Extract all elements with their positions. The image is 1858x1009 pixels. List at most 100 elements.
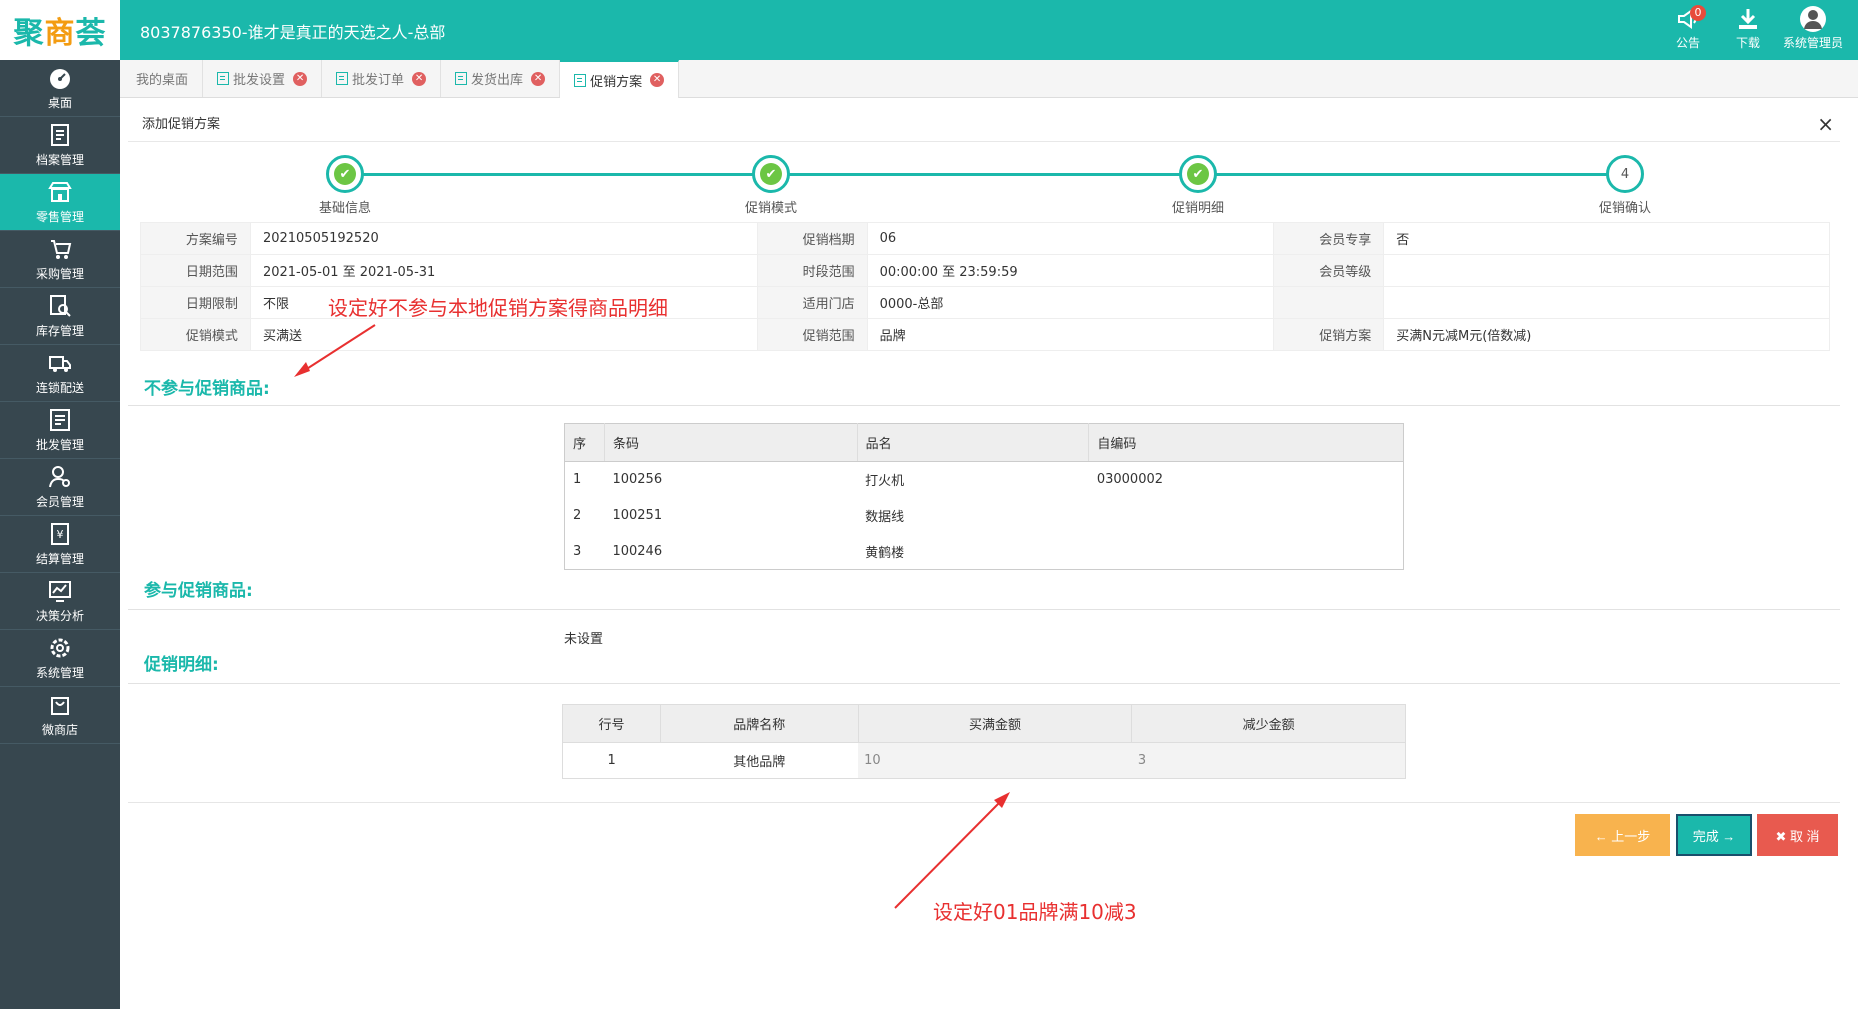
table-row[interactable]: 1 其他品牌 10 3: [562, 742, 1406, 779]
info-value: [1383, 254, 1830, 287]
tab-shipping[interactable]: 发货出库 ✕: [441, 60, 561, 97]
sidebar-item-analysis[interactable]: 决策分析: [0, 573, 120, 630]
column-header: 自编码: [1088, 423, 1404, 462]
sidebar-item-shop[interactable]: 微商店: [0, 687, 120, 744]
table-row[interactable]: 1 100256 打火机 03000002: [565, 462, 1404, 498]
announce-button[interactable]: 0 公告: [1658, 5, 1718, 56]
sidebar-item-settlement[interactable]: ¥ 结算管理: [0, 516, 120, 573]
document-icon: [336, 72, 349, 85]
info-key: 方案编号: [140, 222, 251, 255]
sidebar-item-member[interactable]: 会员管理: [0, 459, 120, 516]
step-circle: ✔: [1179, 155, 1217, 193]
info-row: 促销模式 买满送 促销范围 品牌 促销方案 买满N元减M元(倍数减): [140, 318, 1830, 351]
step-promo-mode: ✔ 促销模式: [711, 155, 831, 216]
table-cell: 2: [573, 508, 582, 523]
info-value: 0000-总部: [866, 286, 1275, 319]
tab-label: 批发设置: [233, 73, 286, 88]
download-icon: [1739, 9, 1757, 29]
divider: [128, 405, 1840, 406]
tab-wholesale-settings[interactable]: 批发设置 ✕: [203, 60, 323, 97]
user-label: 系统管理员: [1782, 36, 1843, 50]
step-label: 促销明细: [1171, 201, 1224, 216]
top-tools: 0 公告 下载 系统管理员: [1658, 5, 1848, 56]
table-cell: 100246: [612, 543, 663, 559]
sidebar-item-wholesale[interactable]: 批发管理: [0, 402, 120, 459]
sidebar-item-label: 连锁配送: [35, 381, 84, 395]
user-avatar-icon: [1804, 10, 1822, 29]
step-promo-confirm: 4 促销确认: [1565, 155, 1685, 216]
table-cell: 3: [573, 543, 582, 559]
document-icon: [455, 72, 468, 85]
annotation-arrow: [294, 324, 376, 377]
sidebar-item-label: 库存管理: [35, 324, 84, 338]
check-icon: ✔: [1187, 163, 1209, 185]
sidebar-item-label: 决策分析: [35, 609, 84, 623]
tab-my-desktop[interactable]: 我的桌面: [122, 60, 204, 97]
info-key: 时段范围: [756, 254, 868, 287]
avatar: [1800, 6, 1826, 32]
column-header: 品名: [856, 423, 1089, 462]
table-row[interactable]: 2 100251 数据线: [565, 498, 1404, 534]
tab-promotion[interactable]: 促销方案 ✕: [560, 60, 680, 98]
column-header: 减少金额: [1131, 704, 1406, 743]
close-tab-icon[interactable]: ✕: [412, 71, 427, 86]
divider: [128, 609, 1840, 610]
annotation-bottom: 设定好01品牌满10减3: [933, 900, 1137, 924]
settlement-icon: ¥: [51, 523, 69, 545]
app-logo[interactable]: 聚商荟: [0, 0, 120, 60]
info-key: 会员等级: [1273, 254, 1385, 287]
table-cell: 1: [562, 742, 661, 779]
amount-field[interactable]: 10: [858, 742, 1132, 779]
table-header-row: 行号 品牌名称 买满金额 减少金额: [562, 704, 1406, 743]
sidebar-item-retail[interactable]: 零售管理: [0, 174, 120, 231]
logo-char: 荟: [75, 16, 107, 51]
table-cell: 03000002: [1096, 472, 1164, 488]
included-section-title: 参与促销商品:: [144, 581, 253, 601]
announce-label: 公告: [1675, 36, 1700, 50]
close-tab-icon[interactable]: ✕: [650, 73, 665, 87]
tab-label: 批发订单: [352, 73, 405, 88]
sidebar-item-settings[interactable]: 系统管理: [0, 630, 120, 687]
sidebar-item-desktop[interactable]: 桌面: [0, 60, 120, 117]
step-label: 促销模式: [744, 201, 797, 216]
purchase-icon: [51, 240, 72, 259]
sidebar-item-delivery[interactable]: 连锁配送: [0, 345, 120, 402]
check-icon: ✔: [760, 163, 782, 185]
sidebar-item-label: 会员管理: [35, 495, 84, 509]
step-progress: ✔ 基础信息 ✔ 促销模式 ✔ 促销明细 4 促销确认: [319, 155, 1651, 216]
info-key: 促销范围: [756, 318, 868, 351]
table-row[interactable]: 3 100246 黄鹤楼: [565, 534, 1404, 570]
tab-wholesale-orders[interactable]: 批发订单 ✕: [322, 60, 442, 97]
sidebar-item-archive[interactable]: 档案管理: [0, 117, 120, 174]
close-icon[interactable]: ×: [1817, 112, 1834, 136]
table-cell: 打火机: [865, 474, 905, 490]
tab-label: 促销方案: [590, 74, 643, 90]
table-cell: 1: [573, 472, 582, 488]
excluded-table: 序 条码 品名 自编码 1 100256 打火机 03000002 2 1002…: [564, 423, 1404, 570]
check-icon: ✔: [334, 163, 356, 185]
sidebar-item-label: 批发管理: [35, 438, 84, 452]
tab-bar: 我的桌面 批发设置 ✕ 批发订单 ✕ 发货出库 ✕ 促销方案 ✕: [120, 60, 1858, 98]
info-value: 2021-05-01 至 2021-05-31: [249, 254, 758, 287]
table-cell: 100256: [612, 472, 663, 488]
sidebar-item-label: 档案管理: [35, 153, 84, 167]
reduce-field[interactable]: 3: [1131, 742, 1406, 779]
sidebar-item-inventory[interactable]: 库存管理: [0, 288, 120, 345]
step-label: 促销确认: [1598, 201, 1651, 216]
download-button[interactable]: 下载: [1718, 6, 1778, 56]
step-circle: ✔: [326, 155, 364, 193]
user-menu[interactable]: 系统管理员: [1778, 6, 1848, 56]
step-number: 4: [1620, 166, 1630, 182]
step-basic-info: ✔ 基础信息: [285, 155, 405, 216]
sidebar-item-purchase[interactable]: 采购管理: [0, 231, 120, 288]
member-icon: [49, 466, 70, 488]
cancel-button[interactable]: ✖ 取 消: [1757, 814, 1838, 856]
close-tab-icon[interactable]: ✕: [531, 71, 546, 86]
done-button[interactable]: 完成 →: [1676, 814, 1752, 856]
step-circle: ✔: [752, 155, 790, 193]
close-tab-icon[interactable]: ✕: [293, 71, 308, 86]
info-value: 品牌: [866, 318, 1275, 351]
prev-step-button[interactable]: ← 上一步: [1575, 814, 1670, 856]
download-label: 下载: [1735, 36, 1760, 50]
info-key: 会员专享: [1273, 222, 1385, 255]
